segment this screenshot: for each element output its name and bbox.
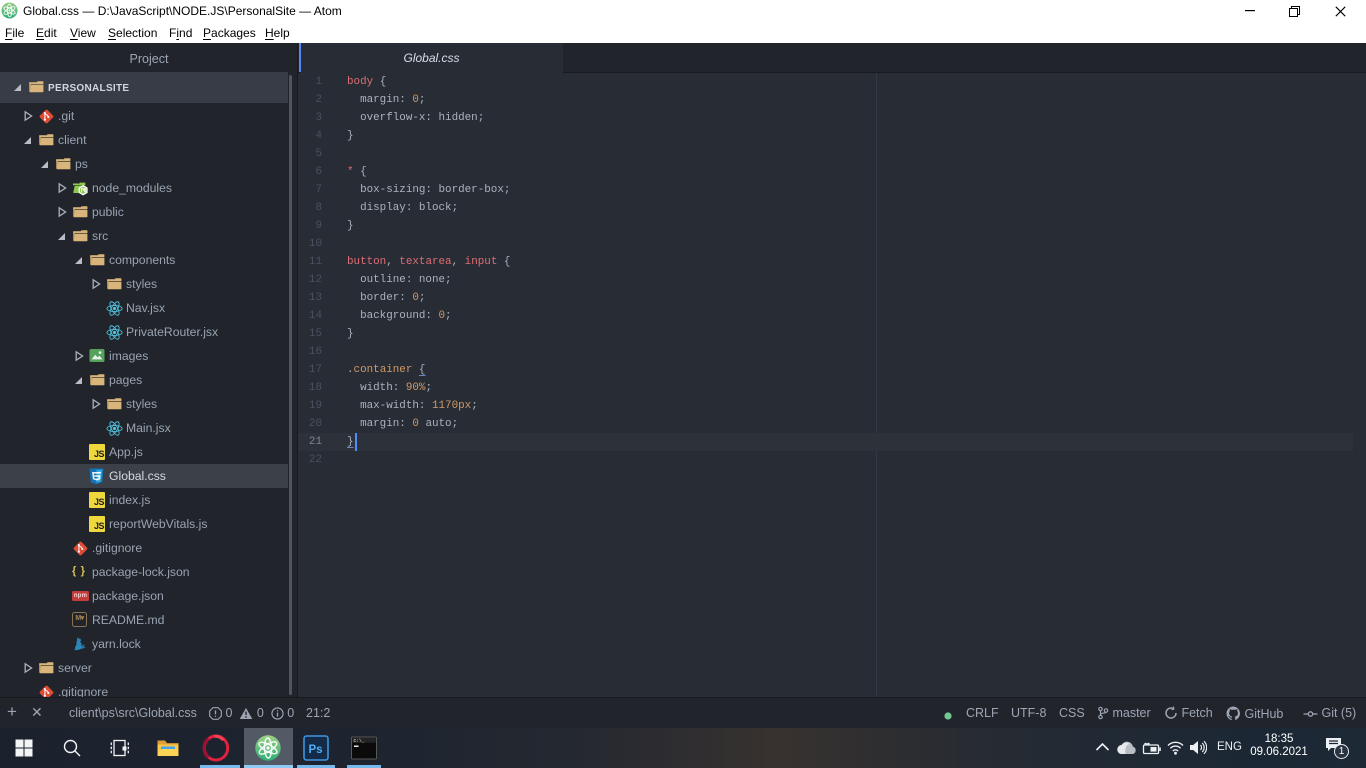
svg-text:Ps: Ps bbox=[309, 744, 323, 756]
svg-text:C:\_: C:\_ bbox=[354, 738, 365, 744]
